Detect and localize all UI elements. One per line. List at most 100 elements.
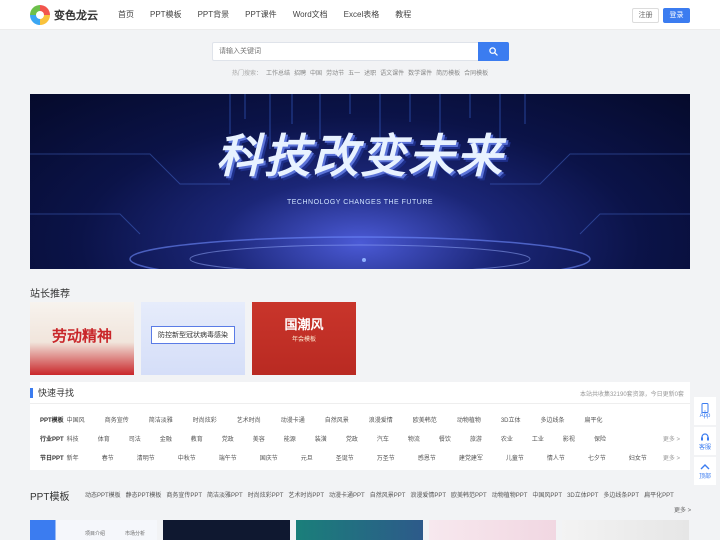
ppt-more-link[interactable]: 更多 > [674, 505, 691, 514]
ppt-category-link[interactable]: 商务宣传PPT [166, 490, 202, 499]
hot-search-link[interactable]: 劳动节 [326, 68, 344, 77]
ppt-card[interactable] [562, 520, 689, 540]
ppt-category-link[interactable]: 动漫卡通PPT [329, 490, 365, 499]
hot-search-link[interactable]: 合同模板 [464, 68, 488, 77]
hot-search-link[interactable]: 语文课件 [380, 68, 404, 77]
quick-row-more-link[interactable]: 更多 > [663, 453, 680, 462]
hot-search-link[interactable]: 述职 [364, 68, 376, 77]
ppt-category-link[interactable]: 3D立体PPT [567, 490, 598, 499]
recommend-card[interactable]: 劳动精神 [30, 302, 134, 375]
quick-link[interactable]: 装潢 [315, 434, 327, 443]
nav-home[interactable]: 首页 [118, 0, 134, 30]
quick-link[interactable]: 自然风景 [325, 415, 349, 424]
recommend-card[interactable]: 防控新型冠状病毒感染 [141, 302, 245, 375]
quick-link[interactable]: 多边线条 [541, 415, 565, 424]
quick-link[interactable]: 感恩节 [418, 453, 436, 462]
ppt-category-link[interactable]: 时尚炫彩PPT [248, 490, 284, 499]
ppt-category-link[interactable]: 中国风PPT [532, 490, 562, 499]
quick-link[interactable]: 清明节 [137, 453, 155, 462]
quick-link[interactable]: 春节 [102, 453, 114, 462]
hero-banner[interactable]: 科技改变未来 TECHNOLOGY CHANGES THE FUTURE [30, 94, 690, 269]
nav-word-docs[interactable]: Word文档 [293, 0, 328, 30]
ppt-category-link[interactable]: 扁平化PPT [644, 490, 674, 499]
quick-link[interactable]: 简洁淡雅 [149, 415, 173, 424]
ppt-card[interactable] [296, 520, 423, 540]
quick-link[interactable]: 商务宣传 [105, 415, 129, 424]
quick-link[interactable]: 国庆节 [260, 453, 278, 462]
quick-link[interactable]: 艺术时尚 [237, 415, 261, 424]
carousel-indicator[interactable] [362, 258, 366, 262]
headset-icon [701, 432, 709, 440]
quick-link[interactable]: 体育 [98, 434, 110, 443]
quick-link[interactable]: 圣诞节 [336, 453, 354, 462]
quick-link[interactable]: 扁平化 [585, 415, 603, 424]
ppt-category-link[interactable]: 自然风景PPT [370, 490, 406, 499]
nav-excel-sheets[interactable]: Excel表格 [344, 0, 380, 30]
ppt-category-link[interactable]: 简洁淡雅PPT [207, 490, 243, 499]
recommend-card[interactable]: 国潮风 年会模板 [252, 302, 356, 375]
ppt-card[interactable] [429, 520, 556, 540]
quick-link[interactable]: 欧美韩范 [413, 415, 437, 424]
hot-search-link[interactable]: 数学课件 [408, 68, 432, 77]
quick-link[interactable]: 物流 [408, 434, 420, 443]
quick-link[interactable]: 金融 [160, 434, 172, 443]
hot-search-link[interactable]: 工作总结 [266, 68, 290, 77]
site-logo[interactable]: 变色龙云 [30, 5, 98, 25]
quick-link[interactable]: 司法 [129, 434, 141, 443]
ppt-card[interactable] [163, 520, 290, 540]
quick-link[interactable]: 3D立体 [501, 415, 521, 424]
back-to-top-button[interactable]: 顶部 [694, 457, 716, 485]
nav-ppt-templates[interactable]: PPT模板 [150, 0, 182, 30]
quick-link[interactable]: 餐饮 [439, 434, 451, 443]
search-input[interactable] [213, 43, 478, 60]
quick-link[interactable]: 工业 [532, 434, 544, 443]
ppt-category-link[interactable]: 动物植物PPT [492, 490, 528, 499]
quick-link[interactable]: 情人节 [547, 453, 565, 462]
app-download-button[interactable]: App [694, 397, 716, 425]
signup-button[interactable]: 注册 [632, 8, 659, 23]
quick-link[interactable]: 党政 [222, 434, 234, 443]
hot-search-link[interactable]: 五一 [348, 68, 360, 77]
ppt-category-link[interactable]: 欧美韩范PPT [451, 490, 487, 499]
login-button[interactable]: 登录 [663, 8, 690, 23]
hot-search-link[interactable]: 简历模板 [436, 68, 460, 77]
ppt-card[interactable]: 项目介绍 市场分析 [30, 520, 157, 540]
quick-link[interactable]: 端午节 [219, 453, 237, 462]
quick-link[interactable]: 教育 [191, 434, 203, 443]
quick-link[interactable]: 党政 [346, 434, 358, 443]
quick-link[interactable]: 儿童节 [506, 453, 524, 462]
quick-link[interactable]: 农业 [501, 434, 513, 443]
nav-ppt-courseware[interactable]: PPT课件 [245, 0, 277, 30]
quick-link[interactable]: 浪漫爱情 [369, 415, 393, 424]
quick-link[interactable]: 科技 [67, 434, 79, 443]
ppt-category-link[interactable]: 多边线条PPT [603, 490, 639, 499]
quick-link[interactable]: 旅游 [470, 434, 482, 443]
quick-link[interactable]: 妇女节 [629, 453, 647, 462]
quick-link[interactable]: 建党建军 [459, 453, 483, 462]
quick-link[interactable]: 万圣节 [377, 453, 395, 462]
quick-link[interactable]: 美容 [253, 434, 265, 443]
nav-ppt-backgrounds[interactable]: PPT背景 [198, 0, 230, 30]
quick-link[interactable]: 动漫卡通 [281, 415, 305, 424]
ppt-category-link[interactable]: 艺术时尚PPT [288, 490, 324, 499]
quick-link[interactable]: 中秋节 [178, 453, 196, 462]
quick-link[interactable]: 中国风 [67, 415, 85, 424]
ppt-category-link[interactable]: 浪漫爱情PPT [410, 490, 446, 499]
quick-row-more-link[interactable]: 更多 > [663, 434, 680, 443]
nav-tutorials[interactable]: 教程 [395, 0, 411, 30]
ppt-category-link[interactable]: 静态PPT模板 [126, 490, 162, 499]
quick-link[interactable]: 汽车 [377, 434, 389, 443]
hot-search-link[interactable]: 招聘 [294, 68, 306, 77]
hot-search-link[interactable]: 中国 [310, 68, 322, 77]
quick-link[interactable]: 影视 [563, 434, 575, 443]
search-button[interactable] [478, 42, 509, 61]
quick-link[interactable]: 保险 [594, 434, 606, 443]
quick-link[interactable]: 能源 [284, 434, 296, 443]
quick-link[interactable]: 元旦 [301, 453, 313, 462]
ppt-category-link[interactable]: 动态PPT模板 [85, 490, 121, 499]
quick-link[interactable]: 时尚炫彩 [193, 415, 217, 424]
customer-service-button[interactable]: 客服 [694, 427, 716, 455]
quick-link[interactable]: 新年 [67, 453, 79, 462]
quick-link[interactable]: 七夕节 [588, 453, 606, 462]
quick-link[interactable]: 动物植物 [457, 415, 481, 424]
